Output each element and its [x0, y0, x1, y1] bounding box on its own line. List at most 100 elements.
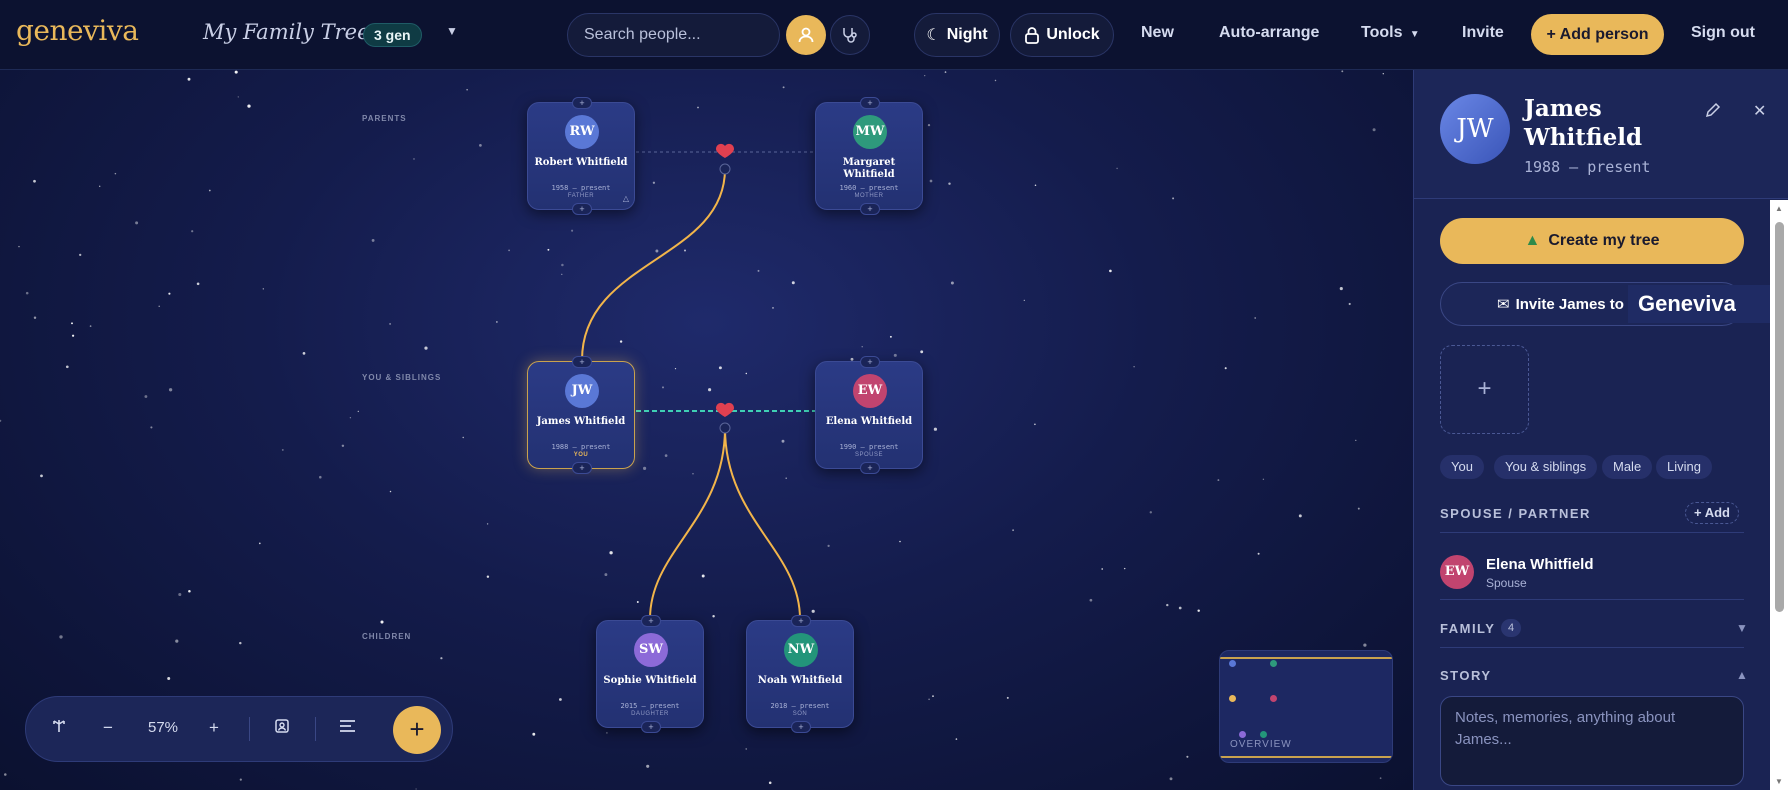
- heart-icon: [716, 402, 734, 417]
- divider: [249, 717, 250, 741]
- night-mode-button[interactable]: ☾ Night: [914, 13, 1000, 57]
- search-input[interactable]: [567, 13, 780, 57]
- add-person-fab[interactable]: +: [393, 706, 441, 754]
- person-dates: 1988 – present: [1524, 158, 1651, 176]
- chevron-down-icon[interactable]: ▼: [1736, 621, 1748, 635]
- avatar: NW: [784, 633, 818, 667]
- zoom-out-button[interactable]: −: [103, 718, 113, 738]
- zoom-toolbar: − 57% + +: [25, 696, 453, 762]
- person-card-noah[interactable]: + NW Noah Whitfield 2018 – present SON +: [746, 615, 854, 733]
- close-icon[interactable]: ✕: [1753, 101, 1766, 121]
- envelope-icon: ✉: [1497, 296, 1510, 313]
- auto-arrange-link[interactable]: Auto-arrange: [1219, 24, 1319, 42]
- caret-down-icon: ▼: [1406, 29, 1420, 40]
- family-section-title[interactable]: FAMILY: [1440, 621, 1495, 636]
- list-icon[interactable]: [339, 718, 356, 738]
- tree-title[interactable]: My Family Tree: [203, 20, 370, 44]
- tools-menu[interactable]: Tools ▼: [1361, 24, 1420, 42]
- person-role: MOTHER: [854, 193, 884, 199]
- avatar: RW: [565, 115, 599, 149]
- person-role: DAUGHTER: [631, 711, 669, 717]
- add-spouse-button[interactable]: + Add: [1685, 502, 1739, 524]
- add-parent-button[interactable]: +: [572, 97, 592, 109]
- tag-living[interactable]: Living: [1656, 455, 1712, 479]
- person-card-margaret[interactable]: + MW Margaret Whitfield 1960 – present M…: [815, 97, 923, 215]
- avatar[interactable]: JW: [1440, 94, 1510, 164]
- add-child-button[interactable]: +: [572, 203, 592, 215]
- scroll-thumb[interactable]: [1775, 222, 1784, 612]
- viewport-edge: [1220, 756, 1392, 758]
- tools-label: Tools: [1361, 24, 1403, 41]
- spouse-section-title: SPOUSE / PARTNER: [1440, 506, 1591, 521]
- create-tree-button[interactable]: ▲ Create my tree: [1440, 218, 1744, 264]
- generations-badge[interactable]: 3 gen: [363, 23, 422, 47]
- add-parent-button[interactable]: +: [860, 356, 880, 368]
- chevron-up-icon[interactable]: ▲: [1736, 668, 1748, 682]
- scroll-up-icon[interactable]: ▲: [1775, 204, 1783, 213]
- sign-out-link[interactable]: Sign out: [1691, 24, 1755, 42]
- chevron-down-icon[interactable]: ▼: [446, 24, 458, 38]
- spouse-name[interactable]: Elena Whitfield: [1486, 556, 1594, 573]
- person-name: James Whitfield: [1524, 95, 1643, 151]
- pencil-icon[interactable]: [1704, 101, 1722, 124]
- person-detail-panel: JW James Whitfield 1988 – present ✕ ▲ Cr…: [1413, 70, 1788, 790]
- person-role: SPOUSE: [854, 452, 883, 458]
- avatar[interactable]: EW: [1440, 555, 1474, 589]
- add-parent-button[interactable]: +: [641, 615, 661, 627]
- union-node: [719, 163, 731, 175]
- add-parent-button[interactable]: +: [572, 356, 592, 368]
- avatar: MW: [853, 115, 887, 149]
- story-section-title[interactable]: STORY: [1440, 668, 1492, 683]
- focus-me-icon[interactable]: [274, 718, 290, 739]
- heart-icon: [716, 143, 734, 158]
- person-dates: 1990 – present: [839, 443, 899, 451]
- person-role: SON: [792, 711, 808, 717]
- story-textarea[interactable]: [1440, 696, 1744, 786]
- tree-canvas[interactable]: PARENTS YOU & SIBLINGS CHILDREN + RW Rob…: [0, 70, 1413, 790]
- person-dates: 2018 – present: [770, 702, 830, 710]
- add-child-button[interactable]: +: [572, 462, 592, 474]
- person-name: Margaret Whitfield: [842, 157, 896, 180]
- add-parent-button[interactable]: +: [860, 97, 880, 109]
- zoom-in-button[interactable]: +: [209, 718, 219, 738]
- app-logo[interactable]: geneviva: [16, 14, 139, 47]
- avatar: EW: [853, 374, 887, 408]
- tag-male[interactable]: Male: [1602, 455, 1653, 479]
- overview-minimap[interactable]: OVERVIEW: [1219, 650, 1393, 763]
- person-card-robert[interactable]: + RW Robert Whitfield 1958 – present FAT…: [527, 97, 635, 215]
- tree-connectors: [581, 143, 815, 620]
- add-person-button[interactable]: + Add person: [1531, 14, 1664, 55]
- add-child-button[interactable]: +: [860, 462, 880, 474]
- person-card-james[interactable]: + JW James Whitfield 1988 – present YOU …: [527, 356, 635, 474]
- tag-you-siblings[interactable]: You & siblings: [1494, 455, 1598, 479]
- add-photo-button[interactable]: +: [1440, 345, 1529, 434]
- minimap-dot: [1239, 731, 1246, 738]
- my-profile-button[interactable]: [786, 15, 826, 55]
- add-child-button[interactable]: +: [641, 721, 661, 733]
- new-tree-link[interactable]: New: [1141, 24, 1174, 42]
- person-name: Noah Whitfield: [757, 675, 843, 686]
- tree-icon: ▲: [1524, 232, 1541, 249]
- panel-header: JW James Whitfield 1988 – present ✕: [1414, 70, 1788, 199]
- add-parent-button[interactable]: +: [791, 615, 811, 627]
- add-child-button[interactable]: +: [860, 203, 880, 215]
- invite-link[interactable]: Invite: [1462, 24, 1504, 42]
- panel-scrollbar[interactable]: ▲ ▼: [1770, 200, 1788, 790]
- add-child-button[interactable]: +: [791, 721, 811, 733]
- scroll-down-icon[interactable]: ▼: [1775, 777, 1783, 786]
- person-icon: [798, 27, 814, 43]
- person-role: FATHER: [567, 193, 595, 199]
- child-line-sophie: [649, 427, 726, 620]
- person-card-sophie[interactable]: + SW Sophie Whitfield 2015 – present DAU…: [596, 615, 704, 733]
- create-tree-label: Create my tree: [1548, 232, 1660, 249]
- person-card-elena[interactable]: + EW Elena Whitfield 1990 – present SPOU…: [815, 356, 923, 474]
- divider: [315, 717, 316, 741]
- unlock-button[interactable]: Unlock: [1010, 13, 1114, 57]
- person-name: Robert Whitfield: [534, 157, 628, 168]
- unlock-label: Unlock: [1046, 26, 1100, 43]
- minimap-dot: [1270, 660, 1277, 667]
- child-line-noah: [724, 427, 801, 620]
- tree-layout-icon[interactable]: [51, 718, 67, 739]
- health-button[interactable]: [830, 15, 870, 55]
- tag-you[interactable]: You: [1440, 455, 1484, 479]
